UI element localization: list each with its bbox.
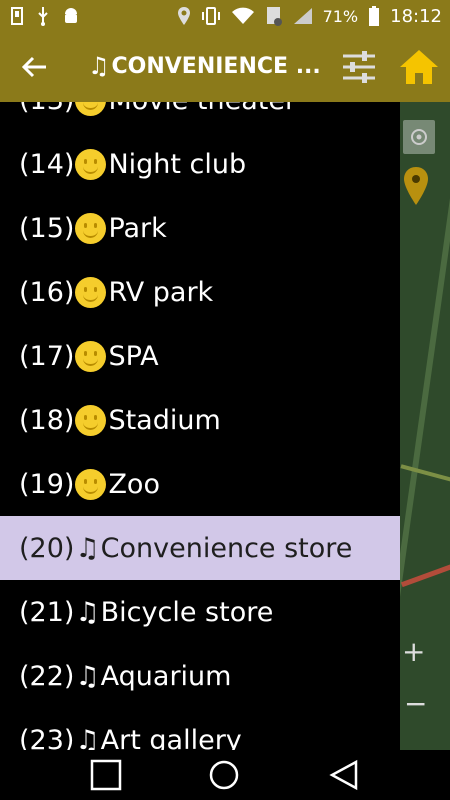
vibrate-icon [201, 7, 220, 25]
list-item[interactable]: (19) Zoo [0, 452, 400, 516]
item-label: Park [108, 212, 167, 244]
usb-storage-icon [11, 7, 23, 25]
item-label: Art gallery [100, 724, 242, 751]
item-label: Aquarium [100, 660, 232, 692]
map-marker-icon[interactable] [402, 166, 430, 206]
smiley-icon [75, 276, 107, 308]
category-list[interactable]: (13)Movie theater(14)Night club(15)Park(… [0, 102, 400, 750]
clock: 18:12 [390, 5, 442, 27]
item-label: RV park [108, 276, 214, 308]
home-icon[interactable] [398, 48, 440, 86]
back-arrow-icon[interactable] [18, 50, 52, 84]
list-item[interactable]: (21) ♫ Bicycle store [0, 580, 400, 644]
settings-sliders-icon[interactable] [340, 48, 378, 86]
item-number: (20) [19, 532, 75, 564]
music-note-icon: ♫ [75, 596, 100, 628]
android-debug-icon [65, 8, 77, 23]
list-item[interactable]: (22) ♫ Aquarium [0, 644, 400, 708]
list-item[interactable]: (13) Movie theater [0, 102, 400, 132]
app-toolbar: ♫ CONVENIENCE ... [0, 32, 450, 102]
crosshair-icon [411, 129, 427, 145]
list-item[interactable]: (14) Night club [0, 132, 400, 196]
item-label: Bicycle store [100, 596, 274, 628]
smiley-icon [75, 212, 107, 244]
smiley-icon [75, 148, 107, 180]
zoom-in-button[interactable]: + [402, 635, 425, 668]
battery-percent: 71% [322, 6, 359, 26]
wifi-icon [231, 7, 254, 24]
item-number: (17) [19, 340, 75, 372]
list-item[interactable]: (18) Stadium [0, 388, 400, 452]
smiley-icon [75, 340, 107, 372]
my-location-button[interactable] [403, 120, 435, 154]
item-number: (14) [19, 148, 75, 180]
back-nav-icon[interactable] [326, 759, 362, 791]
item-number: (13) [19, 102, 74, 116]
music-note-icon: ♫ [88, 52, 110, 80]
home-nav-icon[interactable] [206, 759, 242, 791]
list-item[interactable]: (17) SPA [0, 324, 400, 388]
item-label: Stadium [108, 404, 221, 436]
smiley-icon [75, 468, 107, 500]
music-note-icon: ♫ [75, 724, 100, 751]
smiley-icon [75, 102, 107, 116]
item-label: Convenience store [100, 532, 353, 564]
list-item[interactable]: (23) ♫ Art gallery [0, 708, 400, 751]
item-number: (19) [19, 468, 75, 500]
item-number: (18) [19, 404, 75, 436]
usb-icon [38, 7, 48, 26]
no-sim-icon [266, 7, 282, 26]
map-road [400, 561, 450, 588]
recent-apps-icon[interactable] [88, 759, 124, 791]
toolbar-title: ♫ CONVENIENCE ... [88, 52, 324, 80]
music-note-icon: ♫ [75, 660, 100, 692]
battery-icon [369, 6, 380, 26]
signal-icon [293, 8, 312, 24]
item-label: Night club [108, 148, 247, 180]
item-number: (16) [19, 276, 75, 308]
map-view[interactable]: + − [400, 102, 450, 750]
item-number: (21) [19, 596, 75, 628]
list-item[interactable]: (20) ♫ Convenience store [0, 516, 400, 580]
map-road [400, 464, 450, 484]
item-number: (23) [19, 724, 75, 751]
navigation-bar [0, 750, 450, 800]
location-icon [177, 7, 190, 25]
list-item[interactable]: (15) Park [0, 196, 400, 260]
item-number: (22) [19, 660, 75, 692]
item-label: Movie theater [108, 102, 296, 116]
item-label: Zoo [108, 468, 160, 500]
list-item[interactable]: (16) RV park [0, 260, 400, 324]
status-bar: 71% 18:12 [0, 0, 450, 32]
smiley-icon [75, 404, 107, 436]
item-label: SPA [108, 340, 159, 372]
zoom-out-button[interactable]: − [404, 687, 427, 720]
toolbar-title-text: CONVENIENCE ... [111, 53, 321, 79]
music-note-icon: ♫ [75, 532, 100, 564]
item-number: (15) [19, 212, 75, 244]
